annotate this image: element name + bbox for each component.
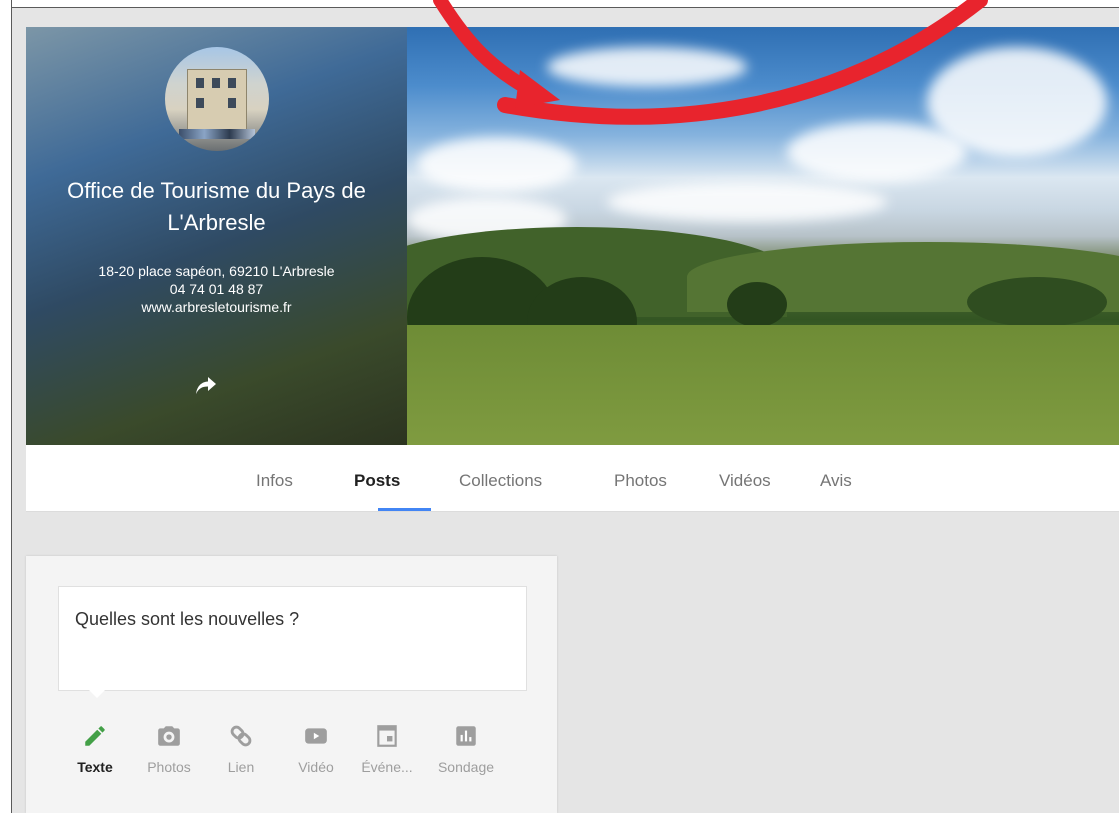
profile-website[interactable]: www.arbresletourisme.fr: [26, 298, 407, 316]
compose-placeholder: Quelles sont les nouvelles ?: [75, 609, 300, 629]
pencil-icon: [85, 726, 105, 746]
compose-action-lien[interactable]: Lien: [206, 723, 276, 775]
profile-address: 18-20 place sapéon, 69210 L'Arbresle: [98, 263, 335, 279]
calendar-icon: [377, 725, 397, 747]
compose-action-video[interactable]: Vidéo: [281, 723, 351, 775]
compose-action-texte[interactable]: Texte: [60, 723, 130, 775]
tab-infos[interactable]: Infos: [256, 471, 293, 491]
tab-photos[interactable]: Photos: [614, 471, 667, 491]
profile-name-text: Office de Tourisme du Pays de L'Arbresle: [67, 178, 366, 235]
tab-avis[interactable]: Avis: [820, 471, 852, 491]
compose-action-evenement[interactable]: Événe...: [352, 723, 422, 775]
compose-action-sondage[interactable]: Sondage: [431, 723, 501, 775]
link-icon: [230, 725, 252, 747]
action-label-photos: Photos: [147, 759, 191, 775]
action-label-sondage: Sondage: [437, 759, 495, 775]
profile-contact: 18-20 place sapéon, 69210 L'Arbresle 04 …: [26, 262, 407, 316]
action-label-texte: Texte: [77, 759, 113, 775]
profile-phone: 04 74 01 48 87: [169, 281, 264, 297]
profile-info-panel: Office de Tourisme du Pays de L'Arbresle…: [26, 27, 407, 445]
video-icon: [305, 728, 327, 744]
profile-tabs: Infos Posts Collections Photos Vidéos Av…: [26, 445, 1119, 512]
compose-input[interactable]: Quelles sont les nouvelles ?: [58, 586, 527, 691]
annotation-arrow: [433, 0, 988, 125]
tab-collections[interactable]: Collections: [459, 471, 542, 491]
camera-icon: [158, 726, 180, 746]
compose-card: Quelles sont les nouvelles ? Texte Photo…: [26, 556, 557, 813]
profile-name: Office de Tourisme du Pays de L'Arbresle: [26, 175, 407, 239]
active-tab-indicator: [378, 508, 431, 511]
tab-posts[interactable]: Posts: [354, 471, 400, 491]
window-frame-left: [0, 0, 12, 813]
action-label-lien: Lien: [227, 759, 255, 775]
action-label-video: Vidéo: [298, 759, 334, 775]
action-label-evenement: Événe...: [361, 759, 413, 775]
poll-icon: [456, 726, 476, 746]
tab-videos[interactable]: Vidéos: [719, 471, 771, 491]
avatar[interactable]: [165, 47, 269, 151]
share-arrow-icon[interactable]: [196, 377, 216, 395]
compose-pointer: [86, 687, 108, 698]
compose-action-photos[interactable]: Photos: [134, 723, 204, 775]
